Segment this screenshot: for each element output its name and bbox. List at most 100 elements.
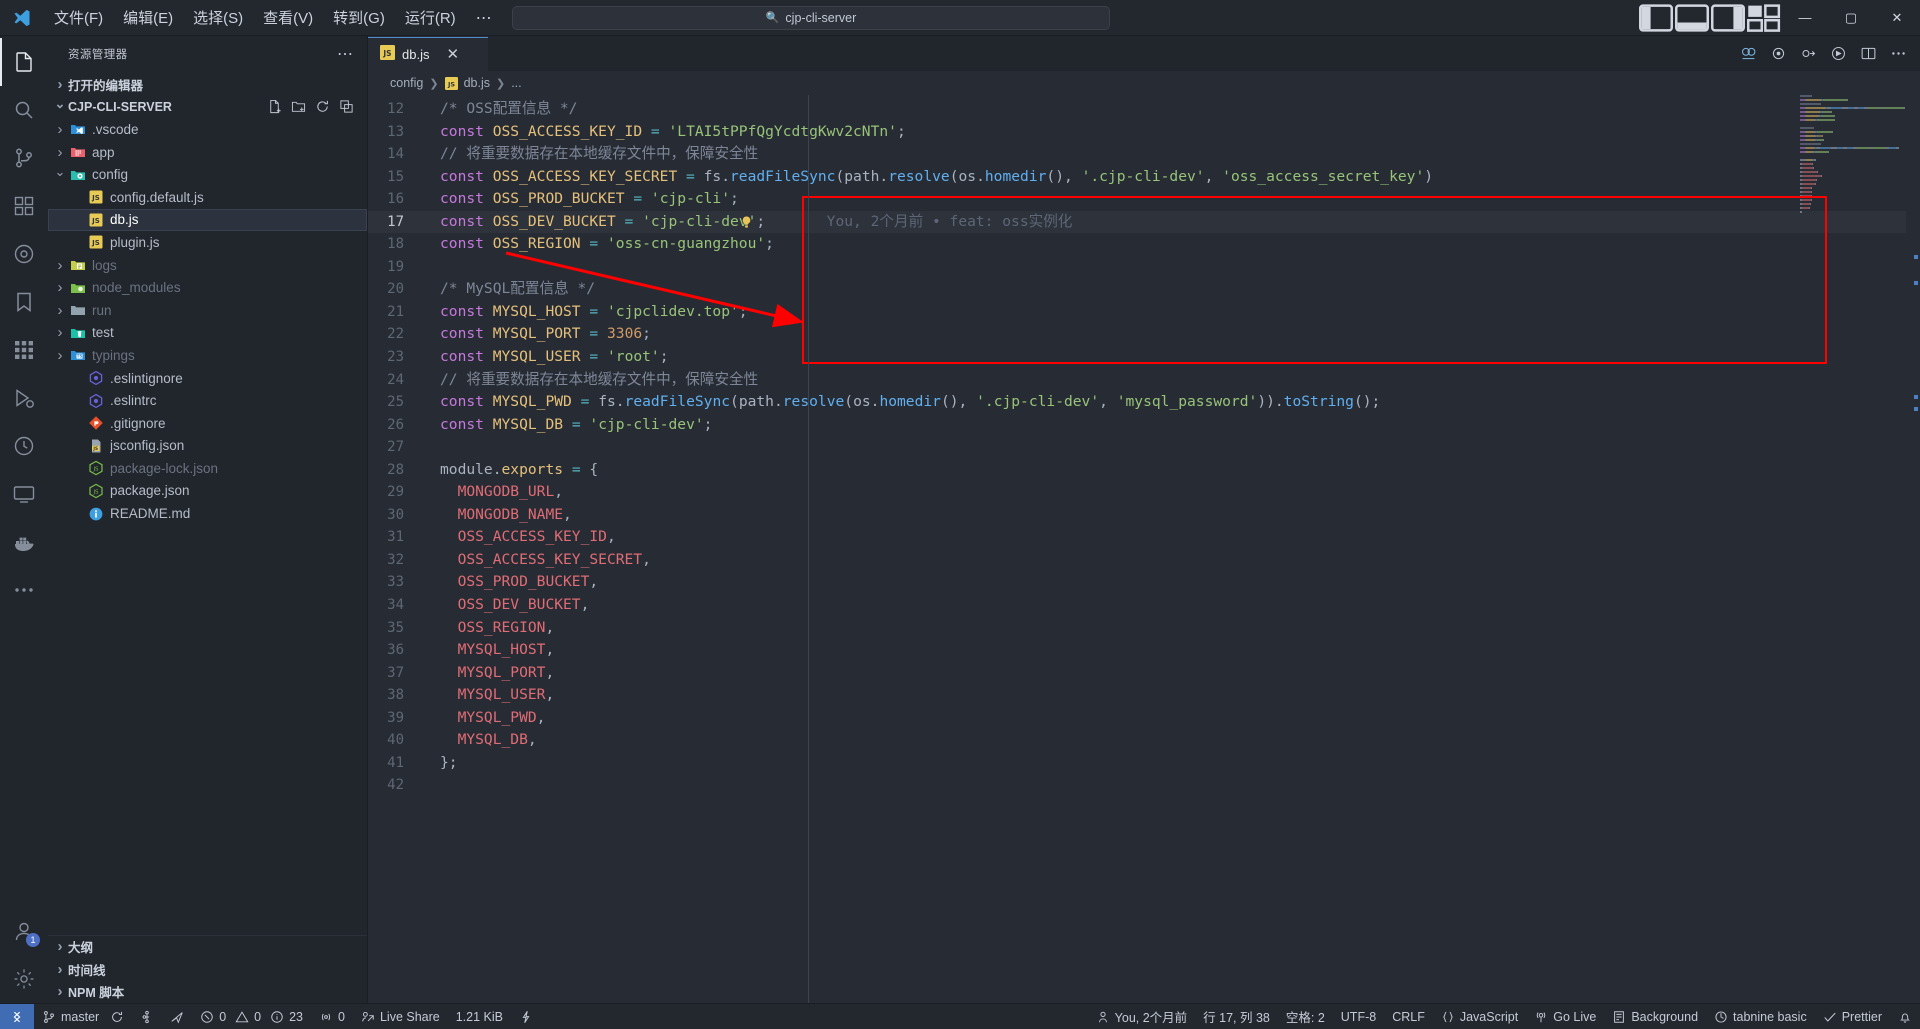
menu-selection[interactable]: 选择(S) [183, 0, 253, 35]
status-bolt[interactable] [511, 1004, 541, 1029]
activity-source-control[interactable] [0, 134, 48, 182]
code-line[interactable]: 15 const OSS_ACCESS_KEY_SECRET = fs.readF… [368, 166, 1920, 189]
activity-grid[interactable] [0, 326, 48, 374]
tree-item-run[interactable]: run [48, 299, 367, 322]
code-line[interactable]: 23 const MYSQL_USER = 'root'; [368, 346, 1920, 369]
activity-more-icon[interactable] [0, 566, 48, 614]
code-line[interactable]: 20 /* MySQL配置信息 */ [368, 278, 1920, 301]
tree-item-readme-md[interactable]: README.md [48, 502, 367, 525]
status-remote-button[interactable] [0, 1004, 34, 1029]
tree-item-eslintrc[interactable]: .eslintrc [48, 389, 367, 412]
menu-go[interactable]: 转到(G) [323, 0, 395, 35]
code-line[interactable]: 12 /* OSS配置信息 */ [368, 98, 1920, 121]
code-line[interactable]: 22 const MYSQL_PORT = 3306; [368, 323, 1920, 346]
activity-bookmarks[interactable] [0, 278, 48, 326]
code-line[interactable]: 24 // 将重要数据存在本地缓存文件中，保障安全性 [368, 369, 1920, 392]
code-line[interactable]: 40 MYSQL_DB, [368, 729, 1920, 752]
code-line[interactable]: 39 MYSQL_PWD, [368, 707, 1920, 730]
status-gitlens[interactable] [132, 1004, 162, 1029]
code-line[interactable]: 17 const OSS_DEV_BUCKET = 'cjp-cli-dev'; … [368, 210, 1920, 234]
status-go-live[interactable]: Go Live [1526, 1004, 1604, 1029]
code-line[interactable]: 29 MONGODB_URL, [368, 481, 1920, 504]
status-notifications[interactable] [1890, 1004, 1920, 1029]
code-line[interactable]: 33 OSS_PROD_BUCKET, [368, 571, 1920, 594]
panel-timeline[interactable]: 时间线 [48, 958, 367, 981]
sidebar-more-icon[interactable]: ⋯ [327, 44, 363, 64]
activity-clock[interactable] [0, 422, 48, 470]
activity-search[interactable] [0, 86, 48, 134]
toggle-panel-button[interactable] [1674, 0, 1710, 36]
panel-npm-scripts[interactable]: NPM 脚本 [48, 981, 367, 1004]
window-minimize-button[interactable]: — [1782, 0, 1828, 36]
status-tabnine[interactable]: tabnine basic [1706, 1004, 1815, 1029]
tab-db-js[interactable]: JS db.js ✕ [368, 36, 488, 71]
menu-edit[interactable]: 编辑(E) [113, 0, 183, 35]
more-actions-icon[interactable] [1884, 36, 1912, 71]
quick-open-input[interactable]: 🔍 cjp-cli-server [512, 5, 1110, 30]
status-encoding[interactable]: UTF-8 [1333, 1004, 1384, 1029]
status-language[interactable]: JavaScript [1433, 1004, 1526, 1029]
tree-item-package-lock-json[interactable]: JS package-lock.json [48, 457, 367, 480]
refresh-icon[interactable] [311, 96, 333, 118]
breadcrumb-config[interactable]: config [390, 76, 423, 90]
tree-item-app[interactable]: app [48, 141, 367, 164]
tree-item-plugin-js[interactable]: JS plugin.js [48, 231, 367, 254]
activity-docker[interactable] [0, 518, 48, 566]
run-cursor-icon[interactable] [1794, 36, 1822, 71]
split-editor-icon[interactable] [1854, 36, 1882, 71]
code-line[interactable]: 42 [368, 774, 1920, 797]
activity-explorer[interactable] [0, 38, 48, 86]
menu-overflow-icon[interactable]: ⋯ [466, 8, 503, 28]
code-line[interactable]: 18 const OSS_REGION = 'oss-cn-guangzhou'; [368, 233, 1920, 256]
tree-item-typings[interactable]: TS typings [48, 344, 367, 367]
code-line[interactable]: 16 const OSS_PROD_BUCKET = 'cjp-cli'; [368, 188, 1920, 211]
minimap[interactable] [1800, 95, 1906, 1003]
code-line[interactable]: 32 OSS_ACCESS_KEY_SECRET, [368, 549, 1920, 572]
status-file-size[interactable]: 1.21 KiB [448, 1004, 511, 1029]
code-lines[interactable]: 12 /* OSS配置信息 */ 13 const OSS_ACCESS_KEY_ID… [368, 95, 1920, 1003]
code-line[interactable]: 34 OSS_DEV_BUCKET, [368, 594, 1920, 617]
panel-outline[interactable]: 大纲 [48, 936, 367, 959]
code-line[interactable]: 13 const OSS_ACCESS_KEY_ID = 'LTAI5tPPfQg… [368, 121, 1920, 144]
lightbulb-icon[interactable] [739, 215, 754, 230]
tree-item-config[interactable]: config [48, 163, 367, 186]
status-eol[interactable]: CRLF [1384, 1004, 1433, 1029]
code-line[interactable]: 25 const MYSQL_PWD = fs.readFileSync(path… [368, 391, 1920, 414]
tree-section-project[interactable]: CJP-CLI-SERVER [48, 96, 367, 119]
code-line[interactable]: 36 MYSQL_HOST, [368, 639, 1920, 662]
status-ports[interactable]: 0 [311, 1004, 353, 1029]
menu-view[interactable]: 查看(V) [253, 0, 323, 35]
code-line[interactable]: 38 MYSQL_USER, [368, 684, 1920, 707]
status-problems[interactable]: 0 0 23 [192, 1004, 311, 1029]
new-file-icon[interactable] [263, 96, 285, 118]
menu-run[interactable]: 运行(R) [395, 0, 466, 35]
status-indentation[interactable]: 空格: 2 [1278, 1004, 1333, 1029]
collapse-all-icon[interactable] [335, 96, 357, 118]
code-line[interactable]: 21 const MYSQL_HOST = 'cjpclidev.top'; [368, 301, 1920, 324]
tree-item-eslintignore[interactable]: .eslintignore [48, 367, 367, 390]
tree-item-logs[interactable]: logs [48, 254, 367, 277]
status-branch[interactable]: master [34, 1004, 132, 1029]
activity-account[interactable]: 1 [0, 907, 48, 955]
code-tour-icon[interactable] [1734, 36, 1762, 71]
code-line[interactable]: 41}; [368, 752, 1920, 775]
tab-close-icon[interactable]: ✕ [446, 47, 459, 62]
window-close-button[interactable]: ✕ [1874, 0, 1920, 36]
code-line[interactable]: 37 MYSQL_PORT, [368, 662, 1920, 685]
activity-run-debug[interactable] [0, 374, 48, 422]
breadcrumb-file[interactable]: db.js [464, 76, 490, 90]
toggle-primary-sidebar-button[interactable] [1638, 0, 1674, 36]
activity-display[interactable] [0, 470, 48, 518]
breadcrumb-symbol[interactable]: ... [511, 76, 521, 90]
editor-scrollbar[interactable] [1906, 95, 1920, 1003]
code-line[interactable]: 28 module.exports = { [368, 459, 1920, 482]
status-background[interactable]: Background [1604, 1004, 1706, 1029]
code-line[interactable]: 27 [368, 436, 1920, 459]
status-cursor-position[interactable]: 行 17, 列 38 [1195, 1004, 1278, 1029]
customize-layout-button[interactable] [1746, 0, 1782, 36]
tree-item-test[interactable]: test [48, 322, 367, 345]
code-line[interactable]: 35 OSS_REGION, [368, 617, 1920, 640]
code-editor[interactable]: 12 /* OSS配置信息 */ 13 const OSS_ACCESS_KEY_ID… [368, 95, 1920, 1003]
debug-icon[interactable] [1824, 36, 1852, 71]
code-line[interactable]: 19 [368, 256, 1920, 279]
